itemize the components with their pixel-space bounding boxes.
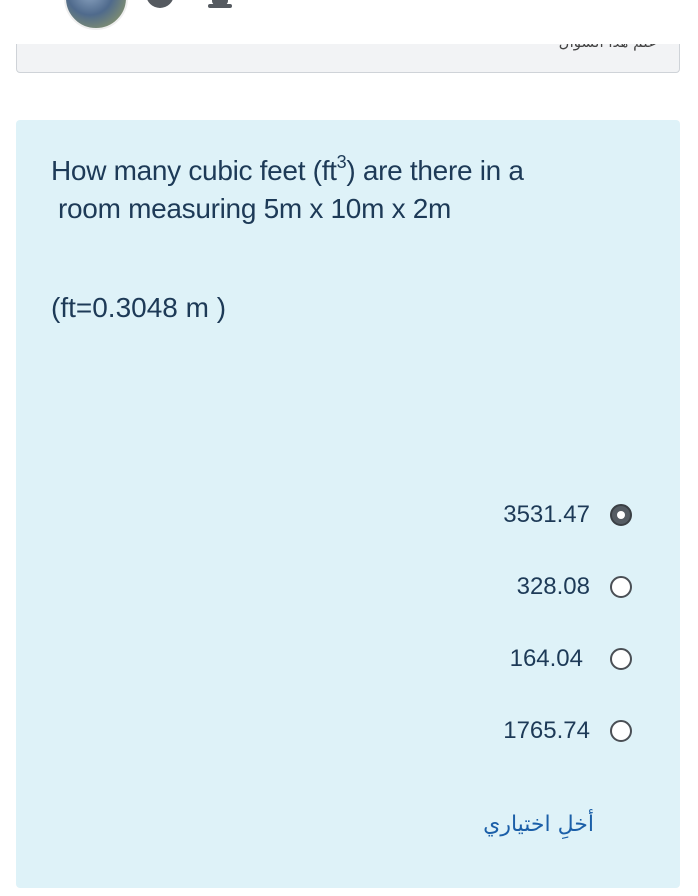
user-avatar[interactable]	[64, 0, 128, 30]
answer-option-2[interactable]: 328.08	[517, 572, 632, 602]
radio-button[interactable]	[610, 648, 632, 670]
question-line1-prefix: How many cubic feet (ft	[51, 155, 337, 186]
answer-option-4[interactable]: 1765.74	[503, 716, 632, 746]
top-bar	[0, 0, 698, 44]
answer-option-1[interactable]: 3531.47	[503, 500, 632, 530]
answer-option-label: 3531.47	[503, 501, 590, 528]
clear-choice-link[interactable]: أخلِ اختياري	[483, 812, 594, 837]
question-line1-suffix: ) are there in a	[346, 155, 524, 186]
question-text: How many cubic feet (ft3) are there in a…	[51, 152, 651, 228]
question-superscript: 3	[336, 152, 347, 172]
question-line2: room measuring 5m x 10m x 2m	[58, 193, 452, 224]
bell-icon[interactable]	[208, 0, 232, 10]
answer-option-label: 164.04	[509, 645, 583, 672]
answer-option-label: 1765.74	[503, 717, 590, 744]
radio-button-selected[interactable]	[610, 504, 632, 526]
question-content: How many cubic feet (ft3) are there in a…	[16, 120, 680, 888]
radio-button[interactable]	[610, 576, 632, 598]
answer-option-label: 328.08	[516, 573, 590, 600]
radio-button[interactable]	[610, 720, 632, 742]
answer-option-3[interactable]: 164.04	[510, 644, 632, 674]
chat-bubble-icon[interactable]	[146, 0, 174, 8]
question-note: (ft=0.3048 m )	[51, 292, 227, 323]
